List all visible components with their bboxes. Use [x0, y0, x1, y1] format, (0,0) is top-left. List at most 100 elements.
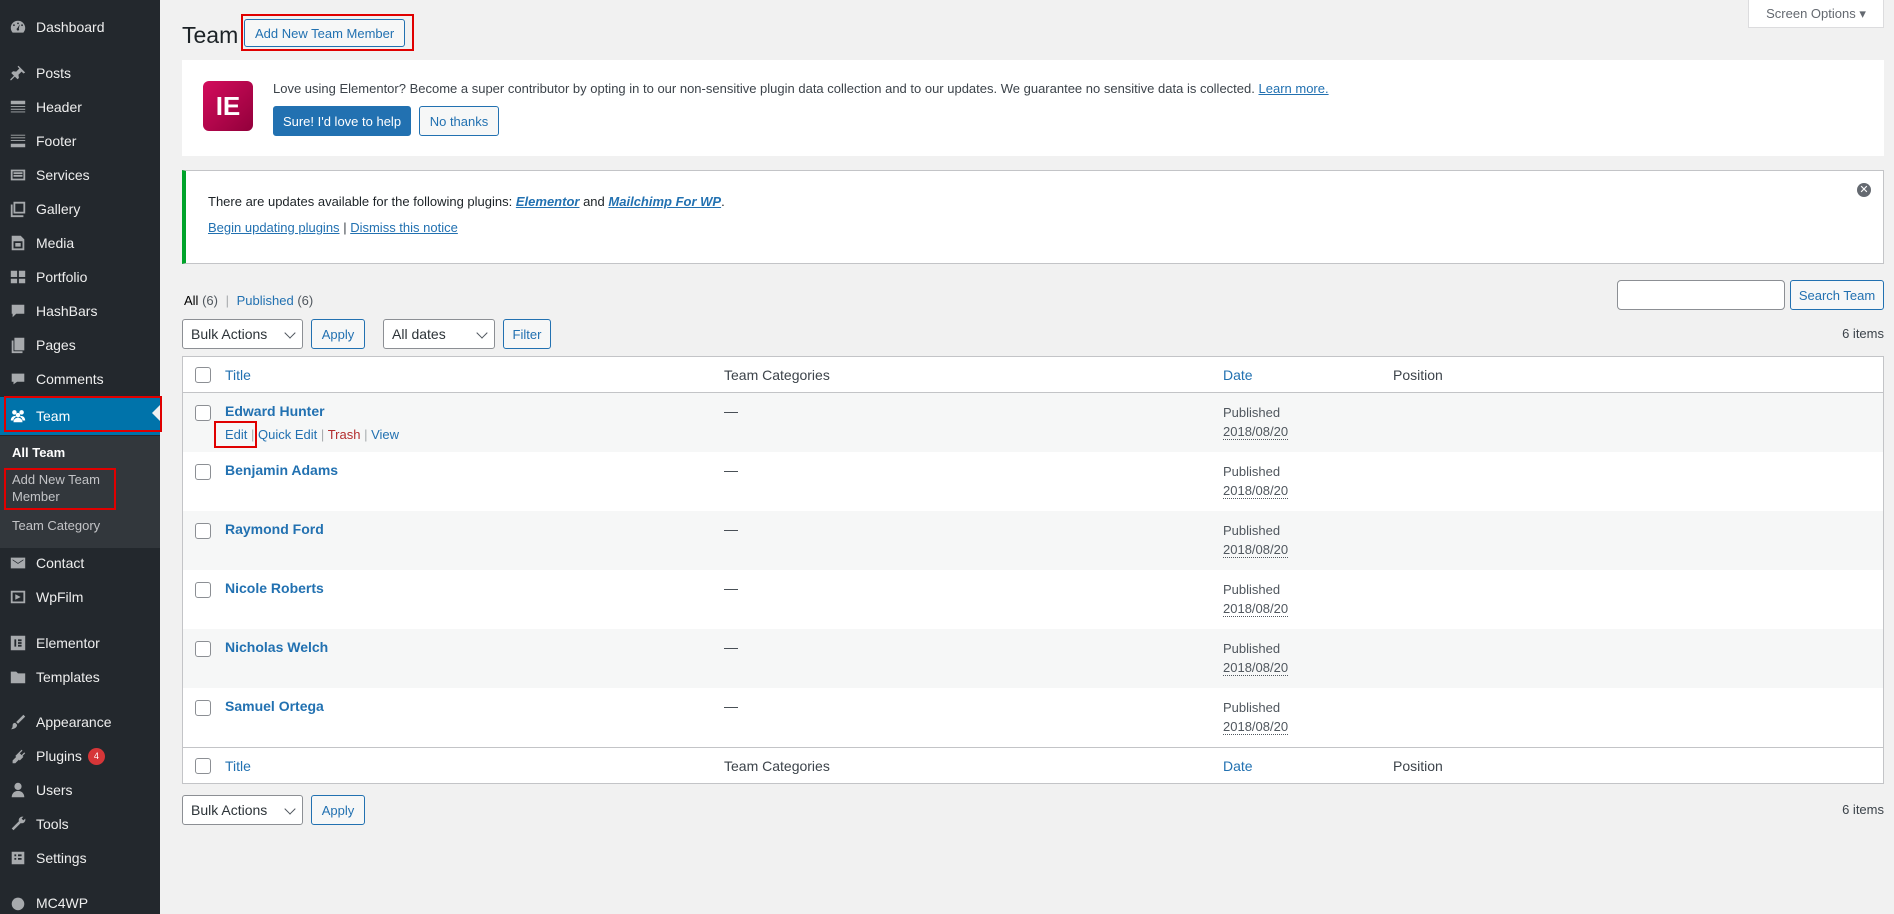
close-icon[interactable]: ✕	[1857, 183, 1871, 197]
menu-item-users[interactable]: Users	[0, 774, 160, 806]
menu-label-hashbars: HashBars	[36, 303, 98, 319]
menu-item-portfolio[interactable]: Portfolio	[0, 261, 160, 293]
menu-item-contact[interactable]: Contact	[0, 547, 160, 579]
menu-item-plugins[interactable]: Plugins 4	[0, 740, 160, 772]
filter-button[interactable]: Filter	[503, 319, 551, 349]
plugin-icon	[0, 747, 36, 765]
row-checkbox[interactable]	[195, 523, 211, 539]
row-category: —	[724, 403, 738, 419]
row-date: 2018/08/20	[1223, 542, 1289, 558]
submenu-add-new-team-member[interactable]: Add New Team Member	[12, 471, 100, 505]
menu-label-templates: Templates	[36, 669, 100, 685]
bulk-actions-select-bottom[interactable]: Bulk Actions	[182, 795, 303, 825]
menu-label-tools: Tools	[36, 816, 69, 832]
menu-item-templates[interactable]: Templates	[0, 661, 160, 693]
elementor-icon	[0, 634, 36, 652]
dates-value: All dates	[392, 326, 446, 342]
menu-item-wpfilm[interactable]: WpFilm	[0, 581, 160, 613]
status-filter-links: All (6) | Published (6)	[184, 293, 313, 308]
table-header: Title Team Categories Date Position	[183, 357, 1883, 393]
items-count-bottom: 6 items	[1842, 802, 1884, 817]
table-row: Nicholas Welch — Published 2018/08/20	[183, 629, 1883, 688]
menu-label-plugins: Plugins	[36, 748, 82, 764]
column-title[interactable]: Title	[225, 367, 251, 383]
menu-item-elementor[interactable]: Elementor	[0, 627, 160, 659]
row-checkbox[interactable]	[195, 464, 211, 480]
row-title-link[interactable]: Edward Hunter	[225, 403, 325, 419]
row-checkbox[interactable]	[195, 405, 211, 421]
begin-updating-link[interactable]: Begin updating plugins	[208, 220, 340, 235]
column-date-footer[interactable]: Date	[1223, 758, 1253, 774]
update-notice-and: and	[583, 194, 605, 209]
dismiss-notice-link[interactable]: Dismiss this notice	[350, 220, 458, 235]
menu-item-tools[interactable]: Tools	[0, 808, 160, 840]
row-checkbox[interactable]	[195, 700, 211, 716]
team-list-table: Title Team Categories Date Position Edwa…	[182, 356, 1884, 784]
column-date[interactable]: Date	[1223, 367, 1253, 383]
filter-published-link[interactable]: Published	[237, 293, 294, 308]
menu-item-settings[interactable]: Settings	[0, 842, 160, 874]
menu-item-dashboard[interactable]: Dashboard	[0, 11, 160, 43]
filter-all-link[interactable]: All	[184, 293, 198, 308]
row-title-link[interactable]: Nicole Roberts	[225, 580, 324, 596]
menu-item-mc4wp[interactable]: MC4WP	[0, 887, 160, 914]
column-position: Position	[1393, 367, 1443, 383]
menu-item-appearance[interactable]: Appearance	[0, 706, 160, 738]
table-row: Raymond Ford — Published 2018/08/20	[183, 511, 1883, 570]
screen-options-button[interactable]: Screen Options ▾	[1748, 0, 1884, 28]
menu-item-gallery[interactable]: Gallery	[0, 193, 160, 225]
plugin-link-mailchimp[interactable]: Mailchimp For WP	[608, 194, 721, 209]
bulk-actions-select-top[interactable]: Bulk Actions	[182, 319, 303, 349]
add-new-team-member-button[interactable]: Add New Team Member	[244, 19, 406, 47]
menu-item-hashbars[interactable]: HashBars	[0, 295, 160, 327]
row-status: Published	[1223, 700, 1281, 715]
apply-button-bottom[interactable]: Apply	[311, 795, 365, 825]
email-icon	[0, 554, 36, 572]
row-title-link[interactable]: Benjamin Adams	[225, 462, 338, 478]
header-icon	[0, 98, 36, 116]
column-title-footer[interactable]: Title	[225, 758, 251, 774]
table-row: Samuel Ortega — Published 2018/08/20	[183, 688, 1883, 747]
row-action-separator: |	[364, 427, 368, 442]
view-link[interactable]: View	[371, 427, 399, 442]
plugin-link-elementor[interactable]: Elementor	[516, 194, 580, 209]
menu-label-dashboard: Dashboard	[36, 19, 105, 35]
menu-label-settings: Settings	[36, 850, 87, 866]
menu-item-services[interactable]: Services	[0, 159, 160, 191]
submenu-team-category[interactable]: Team Category	[12, 518, 100, 533]
menu-item-footer[interactable]: Footer	[0, 125, 160, 157]
learn-more-link[interactable]: Learn more.	[1259, 81, 1329, 96]
select-all-checkbox[interactable]	[195, 367, 211, 383]
pages-icon	[0, 336, 36, 354]
select-all-checkbox-bottom[interactable]	[195, 758, 211, 774]
table-footer: Title Team Categories Date Position	[183, 747, 1883, 783]
elementor-accept-button[interactable]: Sure! I'd love to help	[273, 106, 411, 136]
row-checkbox[interactable]	[195, 582, 211, 598]
row-checkbox[interactable]	[195, 641, 211, 657]
trash-link[interactable]: Trash	[328, 427, 361, 442]
comment-icon	[0, 370, 36, 388]
elementor-decline-button[interactable]: No thanks	[419, 106, 499, 136]
menu-item-pages[interactable]: Pages	[0, 329, 160, 361]
submenu-all-team[interactable]: All Team	[12, 445, 65, 460]
menu-item-media[interactable]: Media	[0, 227, 160, 259]
row-category: —	[724, 698, 738, 714]
quick-edit-link[interactable]: Quick Edit	[258, 427, 317, 442]
dates-select[interactable]: All dates	[383, 319, 495, 349]
update-notice-separator: |	[343, 220, 347, 235]
menu-item-posts[interactable]: Posts	[0, 57, 160, 89]
menu-label-portfolio: Portfolio	[36, 269, 88, 285]
edit-link[interactable]: Edit	[225, 427, 247, 442]
dashboard-icon	[0, 18, 36, 36]
chevron-down-icon	[284, 327, 296, 339]
row-title-link[interactable]: Raymond Ford	[225, 521, 324, 537]
row-title-link[interactable]: Samuel Ortega	[225, 698, 324, 714]
apply-button-top[interactable]: Apply	[311, 319, 365, 349]
menu-item-comments[interactable]: Comments	[0, 363, 160, 395]
menu-item-team[interactable]: Team	[0, 397, 160, 435]
row-title-link[interactable]: Nicholas Welch	[225, 639, 328, 655]
search-input[interactable]	[1617, 280, 1785, 310]
menu-item-header[interactable]: Header	[0, 91, 160, 123]
search-team-button[interactable]: Search Team	[1790, 280, 1884, 310]
column-position-footer: Position	[1393, 758, 1443, 774]
